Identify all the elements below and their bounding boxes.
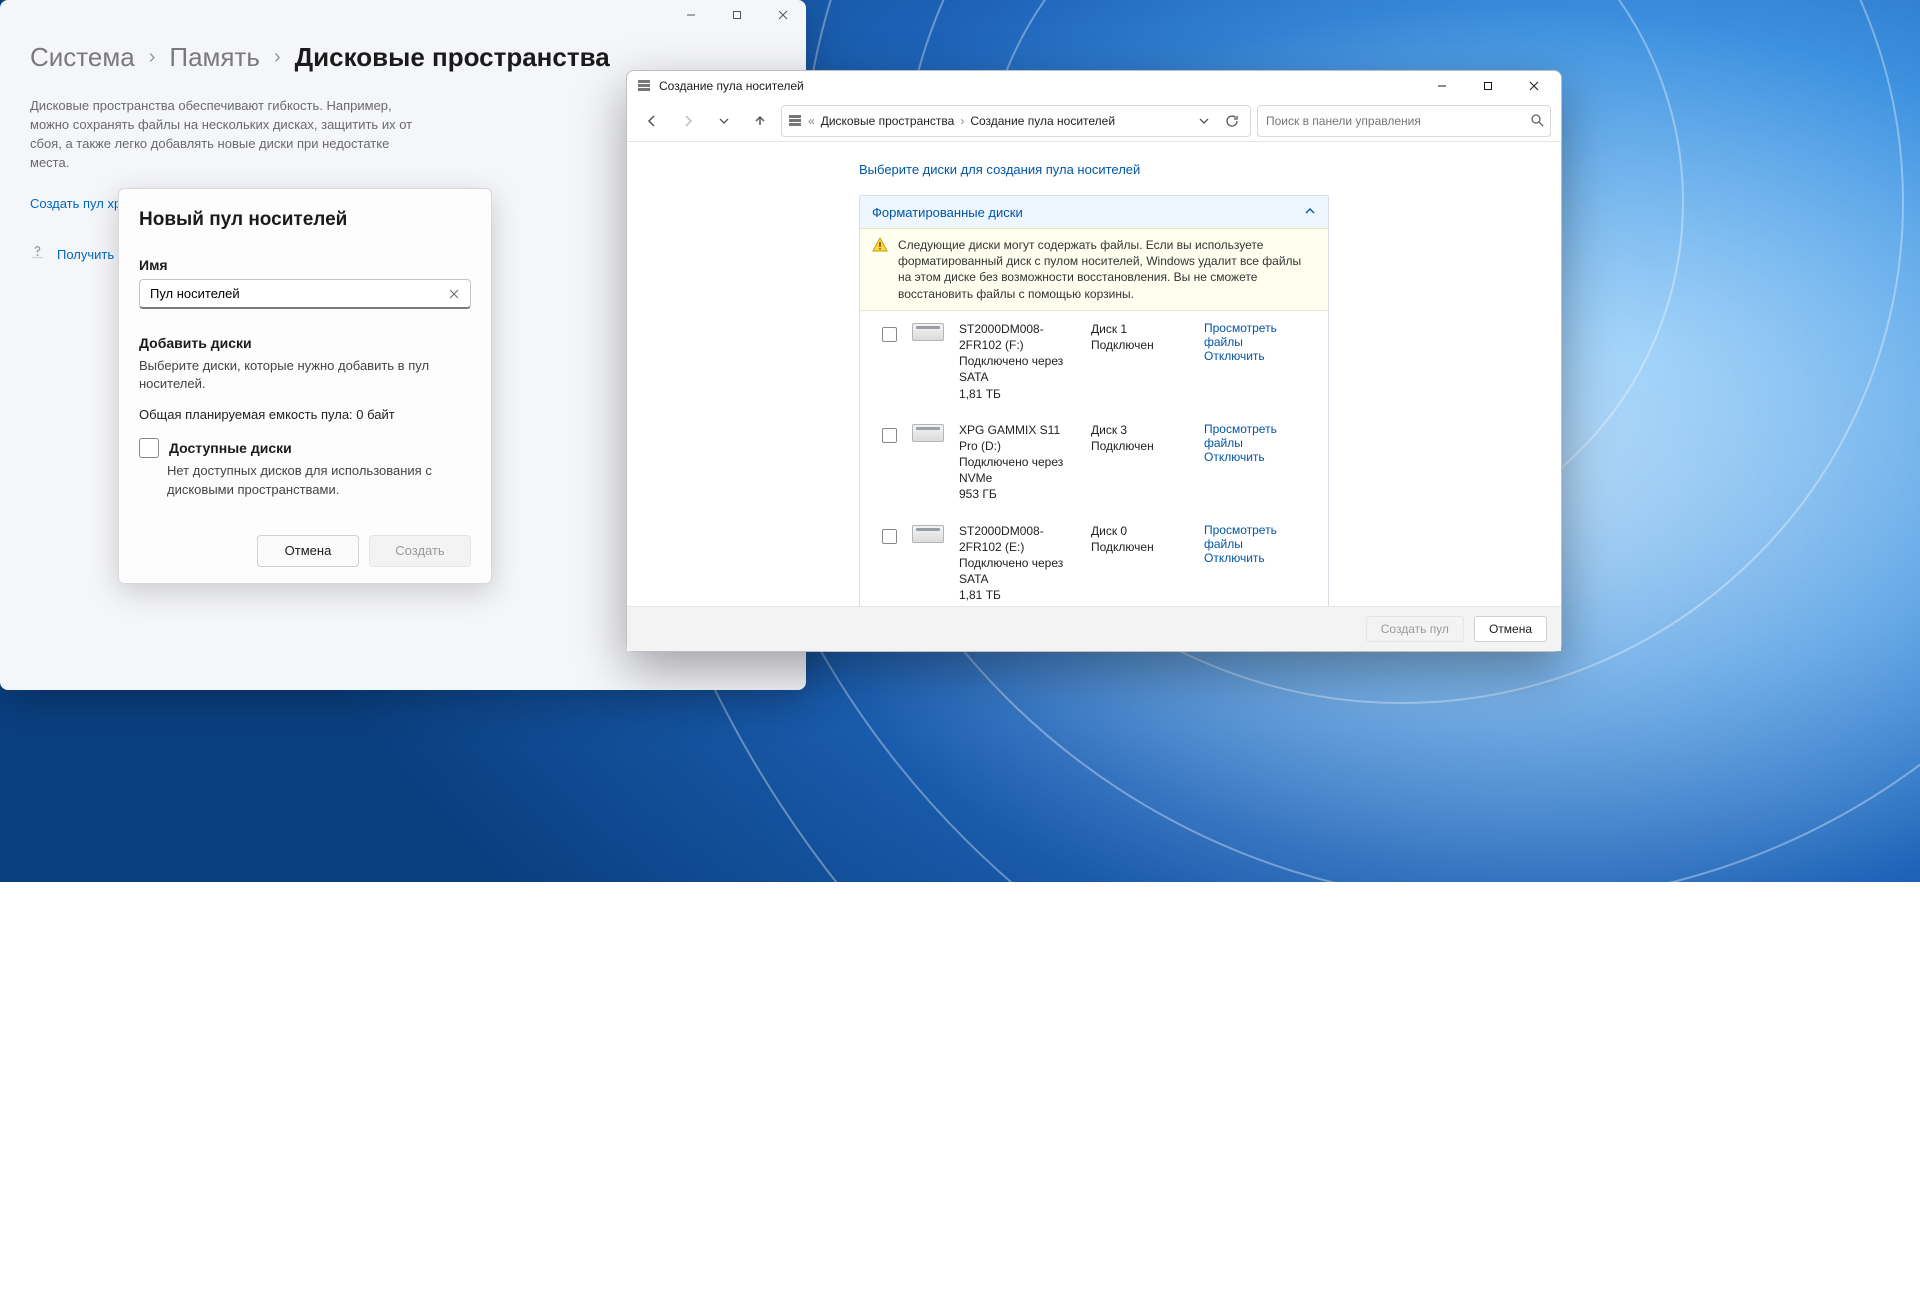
warning-banner: Следующие диски могут содержать файлы. Е… xyxy=(860,228,1328,311)
content-heading: Выберите диски для создания пула носител… xyxy=(859,162,1329,177)
cp-content: Выберите диски для создания пула носител… xyxy=(627,142,1561,606)
group-header[interactable]: Форматированные диски xyxy=(860,196,1328,228)
add-disks-hint: Выберите диски, которые нужно добавить в… xyxy=(139,357,471,393)
maximize-button[interactable] xyxy=(1465,71,1511,101)
disk-slot: Диск 1 xyxy=(1091,321,1161,337)
disk-connection: Подключено через SATA xyxy=(959,555,1077,587)
chevron-left-double-icon: « xyxy=(808,114,815,128)
disk-status: Подключен xyxy=(1091,539,1161,555)
disconnect-link[interactable]: Отключить xyxy=(1204,551,1316,565)
breadcrumb-system[interactable]: Система xyxy=(30,42,135,73)
hard-drive-icon xyxy=(911,525,945,543)
refresh-button[interactable] xyxy=(1220,109,1244,133)
disk-info: ST2000DM008-2FR102 (F:)Подключено через … xyxy=(959,321,1077,402)
disk-info: ST2000DM008-2FR102 (E:)Подключено через … xyxy=(959,523,1077,604)
chevron-right-icon: › xyxy=(149,46,156,69)
disk-row: XPG GAMMIX S11 Pro (D:)Подключено через … xyxy=(860,412,1328,513)
disk-connection: Подключено через SATA xyxy=(959,353,1077,385)
disk-size: 1,81 ТБ xyxy=(959,386,1077,402)
nav-forward-button xyxy=(673,106,703,136)
pool-name-input[interactable] xyxy=(139,279,471,309)
disk-slot: Диск 0 xyxy=(1091,523,1161,539)
available-disks-label: Доступные диски xyxy=(169,440,292,456)
search-icon xyxy=(1530,113,1544,130)
cancel-button[interactable]: Отмена xyxy=(1474,616,1547,642)
cp-window-title: Создание пула носителей xyxy=(659,79,804,93)
minimize-button[interactable] xyxy=(1419,71,1465,101)
create-pool-button: Создать пул xyxy=(1366,616,1464,642)
warning-icon xyxy=(872,237,888,302)
cp-titlebar: Создание пула носителей xyxy=(627,71,1561,101)
hard-drive-icon xyxy=(911,323,945,341)
add-disks-title: Добавить диски xyxy=(139,335,471,351)
help-icon xyxy=(30,245,45,263)
hard-drive-icon xyxy=(911,424,945,442)
disk-checkbox[interactable] xyxy=(882,529,897,544)
nav-back-button[interactable] xyxy=(637,106,667,136)
pool-total-capacity: Общая планируемая емкость пула: 0 байт xyxy=(139,407,471,422)
search-input[interactable] xyxy=(1264,113,1530,129)
page-description: Дисковые пространства обеспечивают гибко… xyxy=(30,97,420,172)
minimize-button[interactable] xyxy=(668,0,714,30)
address-segment-root[interactable]: Дисковые пространства xyxy=(821,114,955,128)
breadcrumb: Система › Память › Дисковые пространства xyxy=(30,42,776,73)
name-label: Имя xyxy=(139,257,471,273)
new-pool-dialog: Новый пул носителей Имя Добавить диски В… xyxy=(118,188,492,584)
maximize-button[interactable] xyxy=(714,0,760,30)
nav-up-button[interactable] xyxy=(745,106,775,136)
available-disks-checkbox[interactable] xyxy=(139,438,159,458)
address-bar[interactable]: « Дисковые пространства › Создание пула … xyxy=(781,105,1251,137)
disk-status: Подключен xyxy=(1091,438,1161,454)
close-button[interactable] xyxy=(1511,71,1557,101)
chevron-right-icon: › xyxy=(960,114,964,128)
group-title: Форматированные диски xyxy=(872,205,1023,220)
disk-info: XPG GAMMIX S11 Pro (D:)Подключено через … xyxy=(959,422,1077,503)
chevron-right-icon: › xyxy=(274,46,281,69)
breadcrumb-memory[interactable]: Память xyxy=(169,42,260,73)
dialog-title: Новый пул носителей xyxy=(139,209,471,231)
disk-checkbox[interactable] xyxy=(882,327,897,342)
clear-input-button[interactable] xyxy=(443,279,465,309)
page-title: Дисковые пространства xyxy=(295,42,610,73)
warning-text: Следующие диски могут содержать файлы. Е… xyxy=(898,237,1316,302)
disk-slot: Диск 3 xyxy=(1091,422,1161,438)
view-files-link[interactable]: Просмотреть файлы xyxy=(1204,523,1316,551)
disk-size: 953 ГБ xyxy=(959,486,1077,502)
disk-row: ST2000DM008-2FR102 (E:)Подключено через … xyxy=(860,513,1328,606)
disconnect-link[interactable]: Отключить xyxy=(1204,450,1316,464)
disconnect-link[interactable]: Отключить xyxy=(1204,349,1316,363)
address-dropdown-button[interactable] xyxy=(1192,109,1216,133)
control-panel-window: Создание пула носителей « Дисковые прост… xyxy=(626,70,1562,652)
cp-toolbar: « Дисковые пространства › Создание пула … xyxy=(627,101,1561,142)
disk-slot-info: Диск 1Подключен xyxy=(1091,321,1161,353)
address-segment-current[interactable]: Создание пула носителей xyxy=(970,114,1115,128)
cancel-button[interactable]: Отмена xyxy=(257,535,359,567)
cp-footer: Создать пул Отмена xyxy=(627,606,1561,651)
disk-size: 1,81 ТБ xyxy=(959,587,1077,603)
disk-row: ST2000DM008-2FR102 (F:)Подключено через … xyxy=(860,311,1328,412)
close-button[interactable] xyxy=(760,0,806,30)
nav-recent-button[interactable] xyxy=(709,106,739,136)
create-button: Создать xyxy=(369,535,471,567)
view-files-link[interactable]: Просмотреть файлы xyxy=(1204,422,1316,450)
no-disks-message: Нет доступных дисков для использования с… xyxy=(167,462,471,498)
search-box[interactable] xyxy=(1257,105,1551,137)
settings-titlebar xyxy=(0,0,806,34)
view-files-link[interactable]: Просмотреть файлы xyxy=(1204,321,1316,349)
disk-checkbox[interactable] xyxy=(882,428,897,443)
disk-name: ST2000DM008-2FR102 (E:) xyxy=(959,523,1077,555)
disk-connection: Подключено через NVMe xyxy=(959,454,1077,486)
disk-slot-info: Диск 3Подключен xyxy=(1091,422,1161,454)
chevron-up-icon xyxy=(1304,205,1316,220)
disk-name: XPG GAMMIX S11 Pro (D:) xyxy=(959,422,1077,454)
disk-status: Подключен xyxy=(1091,337,1161,353)
formatted-disks-group: Форматированные диски Следующие диски мо… xyxy=(859,195,1329,606)
drive-stack-icon xyxy=(637,78,651,95)
drive-stack-icon xyxy=(788,113,802,130)
disk-list: ST2000DM008-2FR102 (F:)Подключено через … xyxy=(860,311,1328,606)
disk-slot-info: Диск 0Подключен xyxy=(1091,523,1161,555)
disk-name: ST2000DM008-2FR102 (F:) xyxy=(959,321,1077,353)
